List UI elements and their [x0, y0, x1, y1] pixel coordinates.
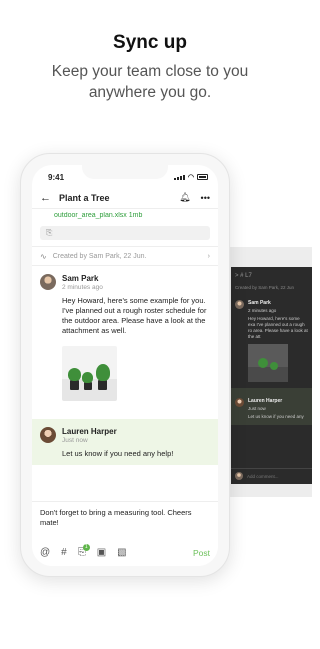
activity-row[interactable]: ∿ Created by Sam Park, 22 Jun. › — [32, 246, 218, 266]
tablet-channel-label: # L7 — [240, 273, 252, 279]
tablet-device: > # L7 Created by Sam Park, 22 Jun Sam P… — [222, 247, 312, 497]
comment-composer[interactable]: Don't forget to bring a measuring tool. … — [32, 501, 218, 566]
post-button[interactable]: Post — [193, 548, 210, 558]
mention-icon[interactable]: @ — [40, 547, 50, 558]
headline: Sync up — [113, 32, 187, 53]
composer-toolbar: @ # ⎘ 1 ▣ ▧ Post — [40, 544, 210, 558]
tablet-attachment-photo[interactable] — [248, 344, 288, 382]
tablet-screen: > # L7 Created by Sam Park, 22 Jun Sam P… — [231, 267, 312, 484]
nav-bar: ← Plant a Tree 🔔︎ ••• — [32, 187, 218, 209]
paperclip-icon: ⎘ — [46, 228, 53, 237]
message: Lauren Harper Just now Let us know if yo… — [32, 419, 218, 465]
chevron-right-icon: › — [207, 252, 210, 260]
message-author: Lauren Harper — [62, 427, 117, 436]
message-text: Hey Howard, here's some example for you.… — [62, 296, 207, 335]
more-icon[interactable]: ••• — [201, 193, 210, 203]
subline: Keep your team close to you anywhere you… — [51, 63, 249, 101]
tablet-channel-title: > # L7 — [235, 273, 252, 279]
tablet-message-time: 2 minutes ago — [248, 308, 277, 313]
avatar — [235, 472, 243, 480]
message-text: Let us know if you need any help! — [62, 449, 174, 458]
avatar — [40, 274, 56, 290]
wifi-icon: ◠ — [187, 174, 194, 181]
signal-icon — [173, 174, 185, 180]
tablet-message-name: Lauren Harper — [248, 398, 283, 404]
tablet-message-text: Hey Howard, here's some exa I've planned… — [248, 316, 308, 339]
attach-icon[interactable]: ⎘ 1 — [78, 544, 90, 558]
message-time: 2 minutes ago — [62, 284, 103, 291]
activity-text: Created by Sam Park, 22 Jun. — [52, 252, 147, 260]
phone-device: 9:41 ◠ ← Plant a Tree 🔔︎ ••• outdoor_are… — [20, 153, 230, 577]
notch — [82, 165, 168, 179]
camera-icon[interactable]: ▣ — [97, 547, 106, 558]
tablet-message: Lauren Harper Just now Let us know if yo… — [231, 388, 312, 425]
file-attachment-link[interactable]: outdoor_area_plan.xlsx 1mb — [40, 212, 210, 220]
tablet-message-text: Let us know if you need any — [248, 414, 304, 419]
status-icons: ◠ — [173, 173, 208, 181]
attachment-photo[interactable] — [62, 346, 117, 401]
battery-icon — [197, 174, 208, 180]
attachment-field[interactable]: ⎘ — [40, 226, 210, 240]
tablet-comment-input[interactable]: Add comment... — [231, 468, 312, 484]
message: Sam Park 2 minutes ago Hey Howard, here'… — [32, 266, 218, 407]
phone-screen: 9:41 ◠ ← Plant a Tree 🔔︎ ••• outdoor_are… — [32, 165, 218, 566]
status-time: 9:41 — [48, 173, 65, 182]
avatar — [40, 427, 56, 443]
page-title: Plant a Tree — [59, 192, 110, 203]
gallery-icon[interactable]: ▧ — [117, 547, 126, 558]
message-time: Just now — [62, 437, 88, 444]
activity-icon: ∿ — [40, 251, 47, 261]
hashtag-icon[interactable]: # — [61, 547, 67, 558]
avatar — [235, 398, 244, 407]
status-bar: 9:41 ◠ — [32, 165, 218, 187]
bell-icon[interactable]: 🔔︎ — [179, 192, 190, 203]
message-author: Sam Park — [62, 274, 99, 283]
avatar — [235, 300, 244, 309]
tablet-message: Sam Park 2 minutes ago Hey Howard, here'… — [231, 290, 312, 382]
attach-count-badge: 1 — [82, 544, 90, 551]
back-arrow-icon[interactable]: ← — [40, 192, 51, 204]
tablet-message-time: Just now — [248, 406, 266, 411]
comment-input[interactable]: Don't forget to bring a measuring tool. … — [32, 502, 218, 534]
tablet-comment-placeholder: Add comment... — [247, 474, 279, 479]
tablet-message-name: Sam Park — [248, 300, 271, 306]
